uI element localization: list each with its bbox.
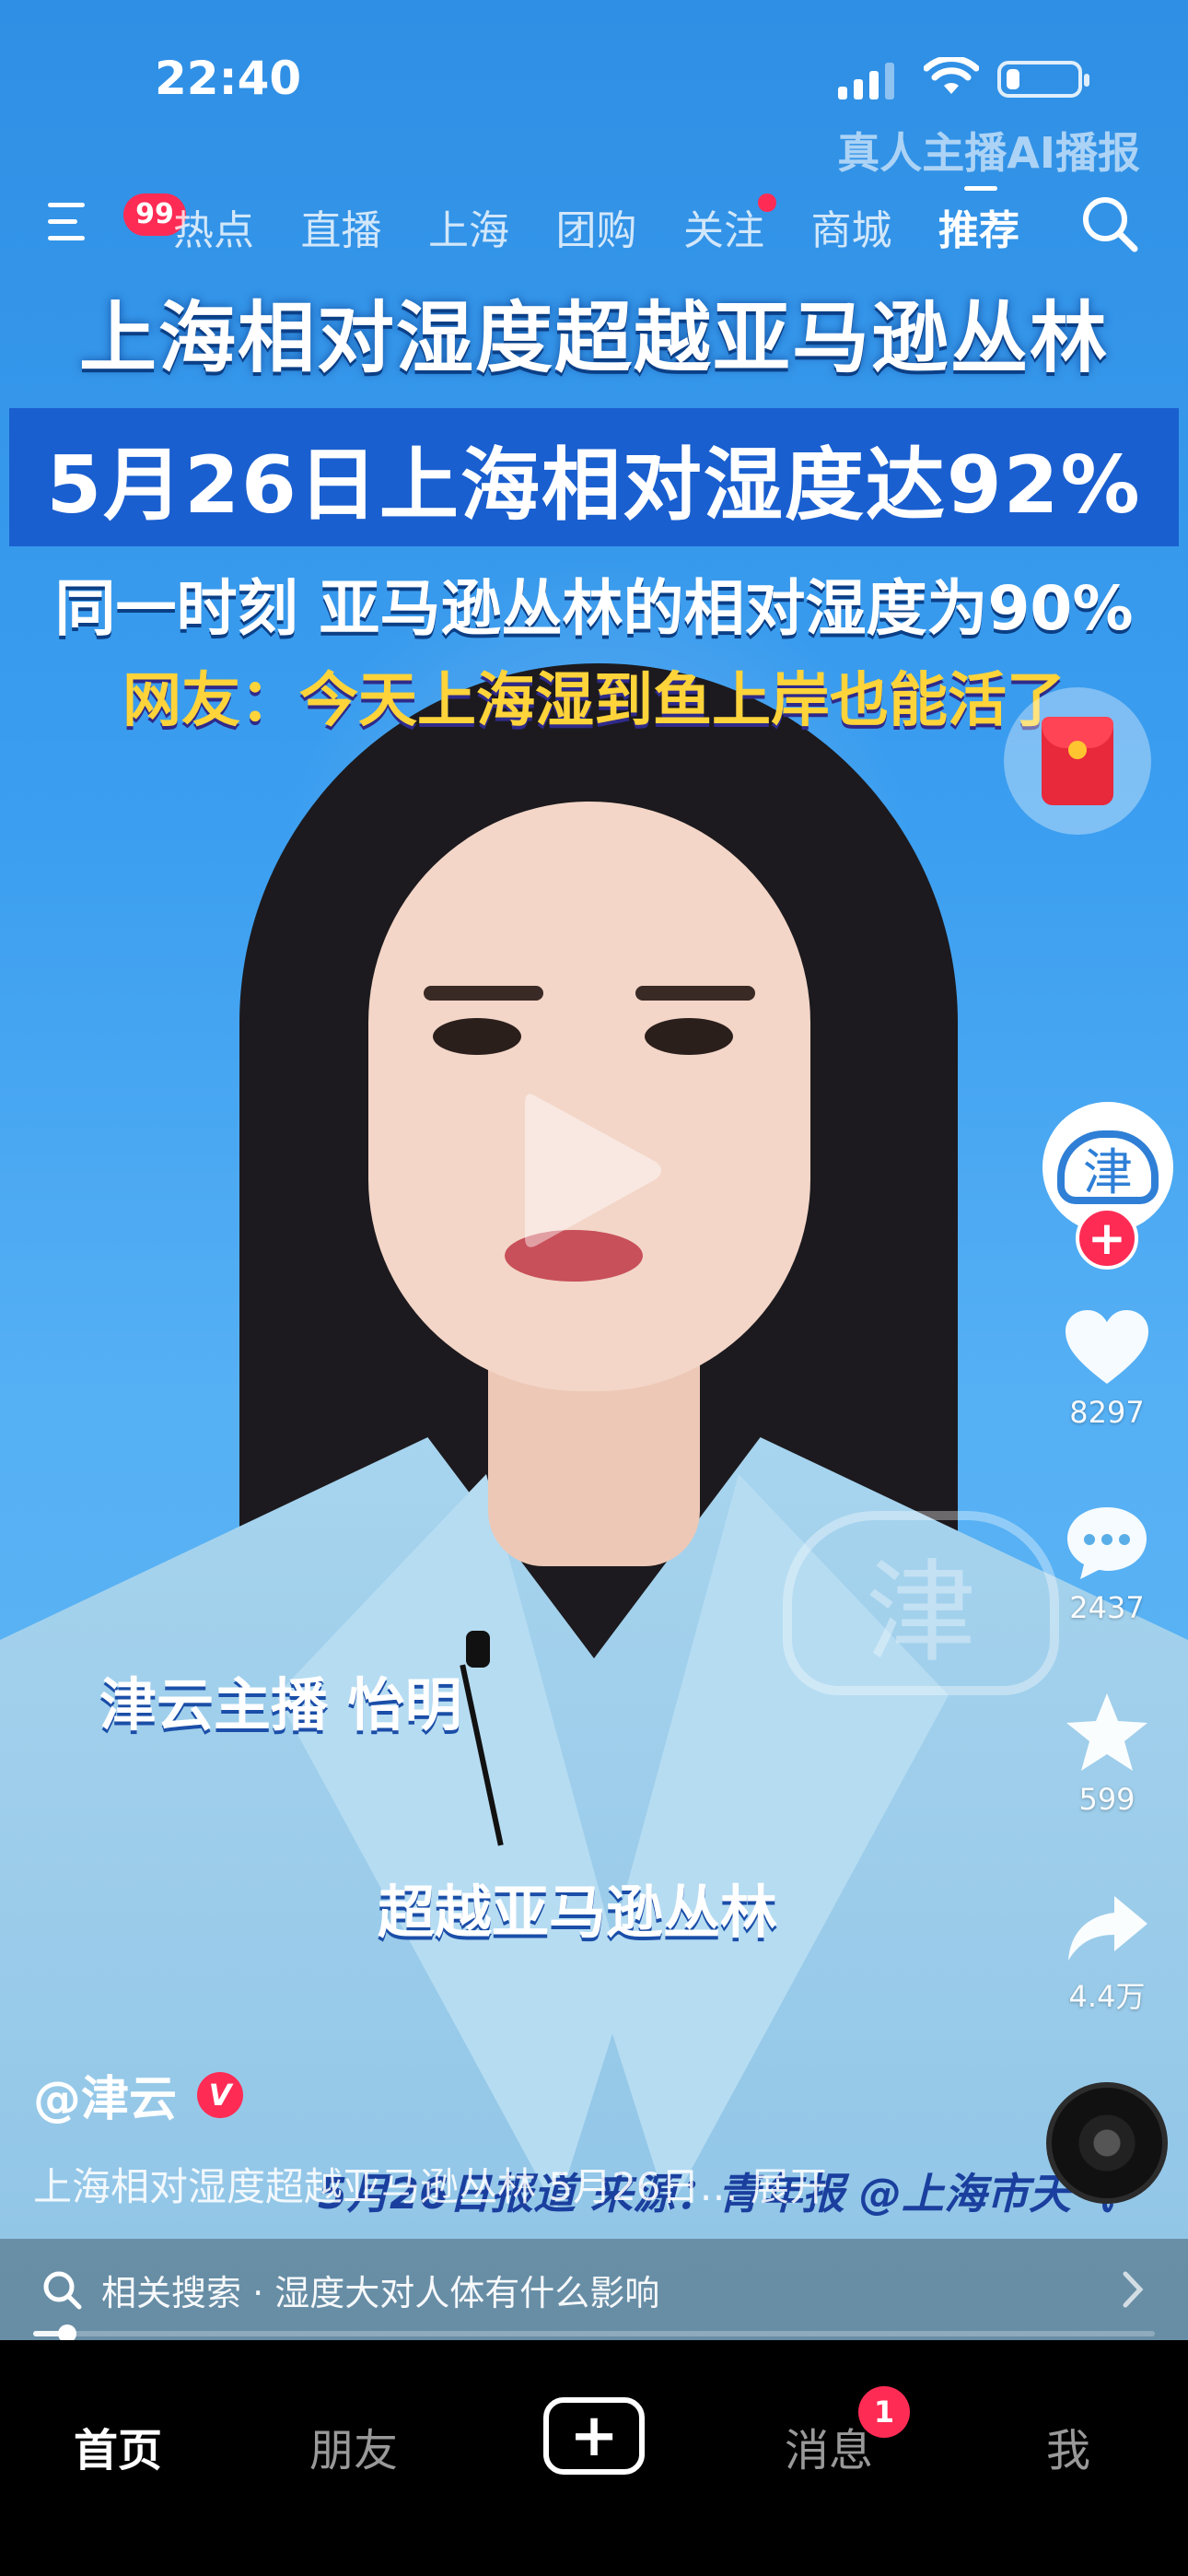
messages-badge: 1 [858,2386,910,2438]
tab-label: 推荐 [938,207,1019,254]
tab-friends[interactable]: 朋友 [309,2414,398,2478]
search-icon[interactable] [1079,193,1140,254]
caption-presenter-name: 津云主播 怡明 [99,1671,462,1739]
tab-following[interactable]: 关注 [683,193,811,256]
presenter-eye-right [645,1018,733,1055]
tab-home[interactable]: 首页 [74,2414,162,2478]
tab-label: 关注 [683,207,764,254]
plus-icon: + [1088,1212,1126,1265]
star-icon [1066,1693,1147,1771]
top-navigation: 99 热点 直播 上海 团购 关注 商城 推荐 [0,184,1188,267]
headline-line-4: 网友：今天上海湿到鱼上岸也能活了 [122,667,1066,735]
comment-icon [1067,1507,1147,1579]
comment-button[interactable]: 2437 [1050,1502,1164,1625]
create-button[interactable]: + [543,2397,645,2475]
tab-mall[interactable]: 商城 [811,197,939,256]
battery-level [1007,69,1020,89]
headline-line-2: 5月26日上海相对湿度达92% [46,439,1142,532]
music-disc-icon[interactable] [1046,2082,1168,2204]
tab-label: 热点 [173,207,254,254]
share-count: 4.4万 [1068,1979,1146,2014]
lapel-microphone [466,1631,490,1668]
video-progress-bar[interactable] [33,2324,1155,2343]
tab-label: 商城 [810,207,892,254]
like-count: 8297 [1069,1395,1145,1430]
status-bar: 22:40 [0,0,1188,138]
tab-me[interactable]: 我 [1046,2414,1090,2478]
video-description[interactable]: 上海相对湿度超越亚马逊丛林 5月26日… 展开 [33,2156,828,2212]
video-headline: 上海相对湿度超越亚马逊丛林 5月26日上海相对湿度达92% 同一时刻 亚马逊丛林… [0,276,1188,738]
avatar-logo: 津 [1057,1130,1159,1204]
related-search-bar[interactable]: 相关搜索 · 湿度大对人体有什么影响 [0,2239,1188,2340]
heart-icon [1066,1310,1148,1384]
channel-watermark: 津 [783,1511,1059,1695]
author-name[interactable]: @津云 [33,2060,177,2129]
chevron-right-icon [1123,2271,1144,2308]
new-content-dot [757,193,776,212]
comment-count: 2437 [1069,1590,1145,1625]
presenter-brow-left [424,986,543,1001]
share-button[interactable]: 4.4万 [1050,1891,1164,2016]
headline-band: 5月26日上海相对湿度达92% [9,408,1179,546]
tab-group-buy[interactable]: 团购 [556,197,684,256]
tab-live[interactable]: 直播 [301,197,429,256]
status-time: 22:40 [155,52,302,105]
cellular-signal-icon [838,63,894,100]
like-button[interactable]: 8297 [1050,1306,1164,1430]
related-search-label: 相关搜索 · 湿度大对人体有什么影响 [101,2272,660,2313]
red-packet-button[interactable] [1004,687,1151,835]
plus-icon: + [569,2402,619,2470]
caption-subtitle: 超越亚马逊丛林 [378,1879,778,1946]
tab-shanghai[interactable]: 上海 [428,197,556,256]
presenter-eye-left [433,1018,521,1055]
menu-button[interactable]: 99 [48,193,186,243]
tab-messages[interactable]: 消息 [785,2414,873,2478]
favorite-count: 599 [1078,1782,1136,1817]
share-icon [1068,1896,1147,1961]
follow-button[interactable]: + [1076,1207,1138,1270]
author-name-row[interactable]: @津云 V [33,2060,244,2129]
headline-line-3: 同一时刻 亚马逊丛林的相对湿度为90% [54,573,1134,644]
tab-recommended[interactable]: 推荐 [938,186,1066,256]
red-packet-icon [1042,717,1113,805]
video-player[interactable]: 津 上海相对湿度超越亚马逊丛林 5月26日上海相对湿度达92% 同一时刻 亚马逊… [0,0,1188,2340]
tab-hot[interactable]: 热点 [173,197,301,256]
search-icon [43,2271,82,2310]
battery-icon [997,61,1089,98]
play-icon[interactable] [518,1085,665,1256]
headline-line-1: 上海相对湿度超越亚马逊丛林 [78,293,1109,383]
favorite-button[interactable]: 599 [1050,1690,1164,1817]
verified-badge: V [197,2071,244,2118]
bottom-tab-bar: 首页 朋友 + 消息 1 我 [0,2340,1188,2576]
tab-label: 团购 [555,207,637,254]
presenter-brow-right [635,986,755,1001]
tab-label: 直播 [300,207,382,254]
wifi-icon [924,57,979,94]
tab-label: 上海 [428,207,509,254]
ai-broadcast-tag: 真人主播AI播报 [837,128,1140,178]
feed-tabs: 热点 直播 上海 团购 关注 商城 推荐 [173,186,1066,256]
